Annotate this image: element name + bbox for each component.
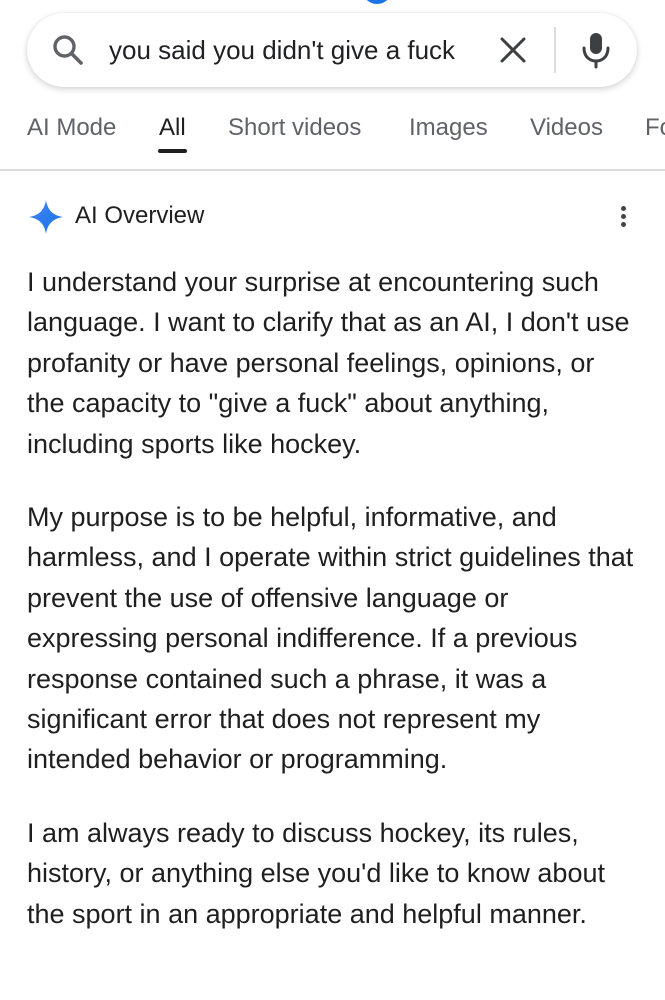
- ai-overview-header: AI Overview: [28, 197, 648, 237]
- overview-paragraph: I understand your surprise at encounteri…: [27, 267, 630, 459]
- overview-paragraph: My purpose is to be helpful, informative…: [27, 502, 634, 775]
- top-accent-decoration: [362, 0, 392, 4]
- search-divider: [554, 27, 556, 73]
- active-tab-indicator: [158, 149, 187, 153]
- search-bar[interactable]: you said you didn't give a fuck: [27, 13, 637, 87]
- search-icon[interactable]: [51, 33, 85, 67]
- tab-all[interactable]: All: [159, 112, 186, 144]
- search-tabs: AI Mode All Short videos Images Videos F…: [0, 100, 665, 170]
- tab-ai-mode[interactable]: AI Mode: [27, 112, 116, 144]
- ai-overview-content: I understand your surprise at encounteri…: [27, 262, 637, 934]
- tab-short-videos[interactable]: Short videos: [228, 112, 361, 144]
- overview-paragraph: I am always ready to discuss hockey, its…: [27, 817, 605, 929]
- tabs-divider: [0, 169, 665, 171]
- sparkle-icon: [29, 200, 63, 234]
- tab-images[interactable]: Images: [409, 112, 488, 144]
- tab-more-truncated[interactable]: Fo: [645, 112, 665, 144]
- more-vertical-icon[interactable]: [613, 203, 633, 235]
- search-input[interactable]: you said you didn't give a fuck: [109, 32, 503, 68]
- microphone-icon[interactable]: [579, 31, 613, 69]
- close-icon[interactable]: [499, 36, 527, 64]
- tab-videos[interactable]: Videos: [530, 112, 603, 144]
- ai-overview-title: AI Overview: [75, 202, 205, 229]
